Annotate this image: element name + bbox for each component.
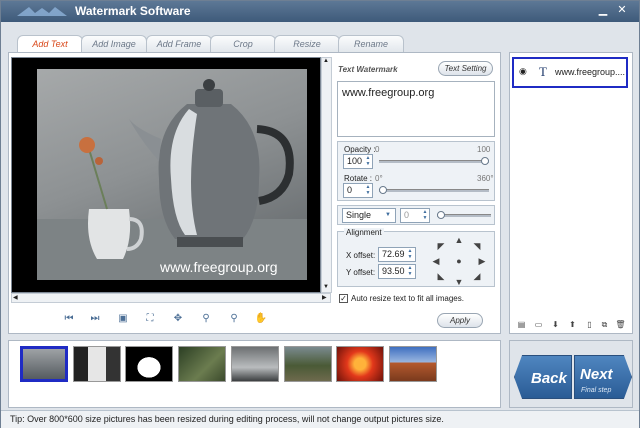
text-layer-icon: T bbox=[539, 64, 547, 79]
scroll-right-icon[interactable]: ▶ bbox=[322, 294, 327, 301]
eye-visibility-icon[interactable]: ◉ bbox=[519, 66, 527, 77]
window-title: Watermark Software bbox=[75, 4, 191, 18]
actual-size-icon[interactable]: ⛶ bbox=[143, 313, 157, 325]
back-label: Back bbox=[531, 370, 567, 387]
layers-panel bbox=[509, 52, 633, 334]
tile-spacing-slider[interactable] bbox=[437, 214, 491, 217]
layer-label: www.freegroup.... bbox=[555, 67, 626, 77]
final-step-label: Final step bbox=[581, 387, 612, 394]
opacity-slider[interactable] bbox=[379, 160, 489, 163]
rotate-slider[interactable] bbox=[379, 189, 489, 192]
rotate-slider-thumb[interactable] bbox=[379, 186, 387, 194]
align-right-icon[interactable]: ▶ bbox=[477, 256, 487, 266]
back-button[interactable]: Back bbox=[514, 355, 572, 399]
app-logo-icon bbox=[17, 7, 67, 16]
thumbnail-silhouette[interactable] bbox=[125, 346, 173, 382]
preview-photo: www.freegroup.org bbox=[37, 69, 307, 280]
title-bar[interactable]: Watermark Software ▁ ✕ bbox=[1, 1, 639, 22]
watermark-text-value: www.freegroup.org bbox=[342, 87, 435, 99]
first-image-icon[interactable]: ⏮ bbox=[62, 313, 76, 325]
align-top-left-icon[interactable]: ◤ bbox=[436, 241, 446, 251]
rotate-label: Rotate : bbox=[344, 174, 373, 183]
vertical-scrollbar[interactable]: ▲ ▼ bbox=[321, 57, 332, 293]
tab-resize[interactable]: Resize bbox=[274, 35, 340, 52]
thumbnail-teapot-dark[interactable] bbox=[231, 346, 279, 382]
align-center-icon[interactable]: ● bbox=[454, 256, 464, 266]
rotate-min: 0° bbox=[375, 174, 383, 183]
rotate-max: 360° bbox=[477, 174, 494, 183]
tile-spin-arrows-icon[interactable]: ▲ ▼ bbox=[421, 209, 429, 222]
rotate-spin-arrows-icon[interactable]: ▲ ▼ bbox=[364, 184, 372, 197]
thumbnail-arch[interactable] bbox=[73, 346, 121, 382]
status-bar: Tip: Over 800*600 size pictures has been… bbox=[1, 410, 639, 428]
delete-layer-icon[interactable]: 🗑 bbox=[615, 319, 626, 330]
tab-add-image[interactable]: Add Image bbox=[81, 35, 147, 52]
align-left-icon[interactable]: ◀ bbox=[431, 256, 441, 266]
tab-add-frame[interactable]: Add Frame bbox=[146, 35, 212, 52]
x-offset-label: X offset: bbox=[346, 251, 376, 260]
zoom-in-icon[interactable]: ⚲ bbox=[199, 313, 213, 325]
auto-resize-label: Auto resize text to fit all images. bbox=[351, 294, 464, 303]
scroll-up-icon[interactable]: ▲ bbox=[323, 58, 329, 64]
x-offset-spin-arrows-icon[interactable]: ▲ ▼ bbox=[406, 248, 414, 261]
image-preview[interactable]: www.freegroup.org bbox=[11, 57, 321, 293]
opacity-max: 100 bbox=[477, 145, 491, 154]
opacity-label: Opacity : bbox=[344, 145, 376, 154]
move-down-icon[interactable]: ⬇ bbox=[550, 319, 561, 330]
hand-pan-icon[interactable]: ✋ bbox=[254, 313, 268, 325]
tab-add-text[interactable]: Add Text bbox=[17, 35, 83, 53]
y-offset-label: Y offset: bbox=[346, 268, 376, 277]
align-top-right-icon[interactable]: ◥ bbox=[472, 241, 482, 251]
fit-window-icon[interactable]: ▣ bbox=[116, 313, 130, 325]
move-icon[interactable]: ✥ bbox=[171, 313, 185, 325]
coffee-pot-image bbox=[37, 79, 307, 280]
watermark-text-input[interactable]: www.freegroup.org bbox=[337, 81, 495, 137]
layer-item[interactable]: ◉ T www.freegroup.... bbox=[512, 57, 628, 88]
thumbnail-canyon[interactable] bbox=[389, 346, 437, 382]
thumbnail-landscape[interactable] bbox=[284, 346, 332, 382]
scroll-down-icon[interactable]: ▼ bbox=[323, 284, 329, 290]
close-button[interactable]: ✕ bbox=[615, 4, 629, 18]
align-top-icon[interactable]: ▲ bbox=[454, 235, 464, 245]
open-folder-icon[interactable]: ▭ bbox=[533, 319, 544, 330]
scroll-left-icon[interactable]: ◀ bbox=[13, 294, 18, 301]
align-bottom-left-icon[interactable]: ◣ bbox=[436, 271, 446, 281]
next-button[interactable]: Next Final step bbox=[574, 355, 632, 399]
horizontal-scrollbar[interactable]: ◀ ▶ bbox=[11, 293, 331, 303]
apply-button[interactable]: Apply bbox=[437, 313, 483, 328]
move-up-icon[interactable]: ⬆ bbox=[567, 319, 578, 330]
new-layer-icon[interactable]: ▯ bbox=[584, 319, 595, 330]
text-setting-button[interactable]: Text Setting bbox=[438, 61, 493, 76]
next-label: Next bbox=[580, 366, 613, 383]
tile-spacing-slider-thumb[interactable] bbox=[437, 211, 445, 219]
duplicate-layer-icon[interactable]: ⧉ bbox=[599, 319, 610, 330]
main-window: Watermark Software ▁ ✕ Add Text Add Imag… bbox=[0, 0, 640, 428]
opacity-min: 0 bbox=[375, 145, 380, 154]
select-dropdown-icon[interactable]: ▼ bbox=[384, 212, 392, 225]
opacity-slider-thumb[interactable] bbox=[481, 157, 489, 165]
next-image-icon[interactable]: ⏭ bbox=[88, 313, 102, 325]
text-watermark-heading: Text Watermark bbox=[338, 65, 398, 74]
tab-rename[interactable]: Rename bbox=[338, 35, 404, 52]
thumbnail-bird[interactable] bbox=[178, 346, 226, 382]
thumbnail-flower[interactable] bbox=[336, 346, 384, 382]
save-layer-icon[interactable]: ▤ bbox=[516, 319, 527, 330]
zoom-out-icon[interactable]: ⚲ bbox=[227, 313, 241, 325]
align-bottom-right-icon[interactable]: ◢ bbox=[472, 271, 482, 281]
watermark-text-preview[interactable]: www.freegroup.org bbox=[160, 259, 278, 275]
auto-resize-checkbox[interactable]: ✓ bbox=[339, 294, 348, 303]
minimize-button[interactable]: ▁ bbox=[596, 4, 610, 18]
align-bottom-icon[interactable]: ▼ bbox=[454, 277, 464, 287]
tab-crop[interactable]: Crop bbox=[210, 35, 276, 52]
alignment-heading: Alignment bbox=[344, 228, 384, 237]
thumbnail-coffee-pot[interactable] bbox=[20, 346, 68, 382]
y-offset-spin-arrows-icon[interactable]: ▲ ▼ bbox=[406, 265, 414, 278]
opacity-spin-arrows-icon[interactable]: ▲ ▼ bbox=[364, 155, 372, 168]
